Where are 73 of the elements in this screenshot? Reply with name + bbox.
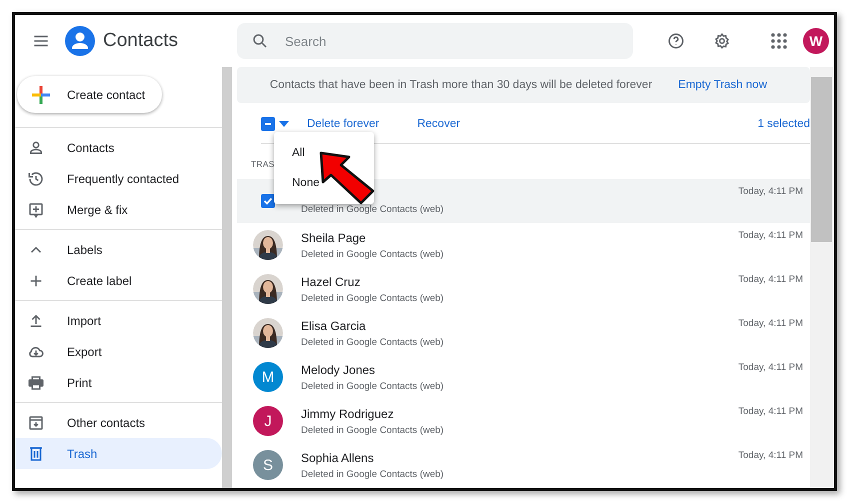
contact-source: Deleted in Google Contacts (web)	[301, 248, 445, 260]
archive-box-icon	[27, 414, 45, 432]
contact-row[interactable]: Elisa Garcia Deleted in Google Contacts (web) Today, 4:11 PM	[237, 311, 810, 355]
sidebar-item[interactable]: Frequently contacted	[15, 163, 222, 194]
contact-name: Melody Jones	[301, 362, 376, 376]
deleted-time: Today, 4:11 PM	[738, 274, 803, 285]
deleted-time: Today, 4:11 PM	[738, 186, 803, 197]
plus-icon	[31, 84, 51, 104]
merge-icon	[27, 200, 45, 218]
empty-trash-link[interactable]: Empty Trash now	[678, 79, 767, 91]
contact-row[interactable]: J Jimmy Rodriguez Deleted in Google Contacts (web) Today, 4:11 PM	[237, 399, 810, 443]
deleted-time: Today, 4:11 PM	[738, 406, 803, 417]
sidebar-item[interactable]: Print	[15, 367, 222, 398]
selection-count: 1 selected	[758, 118, 810, 130]
labels-toggle[interactable]: Labels	[15, 234, 222, 265]
scrollbar[interactable]	[810, 67, 833, 488]
toolbar-link[interactable]: Delete forever	[303, 118, 384, 130]
sidebar-item[interactable]: Trash	[15, 438, 222, 469]
avatar: J	[253, 406, 283, 436]
app-title: Contacts	[103, 30, 179, 52]
avatar: M	[253, 362, 283, 392]
help-button[interactable]	[667, 32, 685, 50]
menu-item[interactable]: All	[274, 138, 374, 168]
search-icon	[251, 32, 269, 50]
deleted-time: Today, 4:11 PM	[738, 318, 803, 329]
account-avatar[interactable]: W	[803, 28, 829, 54]
contact-source: Deleted in Google Contacts (web)	[301, 468, 445, 480]
create-contact-button[interactable]: Create contact	[17, 76, 162, 113]
sidebar-item[interactable]: Create label	[15, 265, 222, 296]
apps-grid-icon	[771, 33, 787, 49]
search-bar[interactable]: Search	[237, 23, 633, 59]
contact-source: Deleted in Google Contacts (web)	[301, 202, 445, 214]
toolbar-link[interactable]: Recover	[413, 118, 464, 130]
contact-source: Deleted in Google Contacts (web)	[301, 292, 445, 304]
contact-source: Deleted in Google Contacts (web)	[301, 424, 445, 436]
help-icon	[667, 32, 685, 50]
contact-row[interactable]: M Melody Jones Deleted in Google Contacts (web) Today, 4:11 PM	[237, 355, 810, 399]
settings-button[interactable]	[713, 32, 731, 50]
contact-row[interactable]: Sheila Page Deleted in Google Contacts (web) Today, 4:11 PM	[237, 223, 810, 267]
pointer-arrow	[319, 151, 375, 205]
sidebar-item[interactable]: Export	[15, 336, 222, 367]
printer-icon	[27, 374, 45, 392]
contact-row[interactable]: Hazel Cruz Deleted in Google Contacts (web) Today, 4:11 PM	[237, 267, 810, 311]
select-all-checkbox[interactable]	[261, 117, 275, 131]
contact-name: Elisa Garcia	[301, 318, 367, 332]
caret-icon[interactable]	[279, 121, 289, 127]
contact-source: Deleted in Google Contacts (web)	[301, 336, 445, 348]
apps-button[interactable]	[771, 33, 787, 49]
contacts-logo-icon	[65, 26, 95, 56]
deleted-time: Today, 4:11 PM	[738, 450, 803, 461]
notice-text: Contacts that have been in Trash more than 30 days will be deleted forever	[270, 79, 652, 91]
deleted-time: Today, 4:11 PM	[738, 362, 803, 373]
contact-name: Sophia Allens	[301, 450, 375, 464]
sidebar-scrollbar[interactable]	[222, 67, 232, 488]
search-field[interactable]: Search	[283, 32, 633, 50]
deleted-time: Today, 4:11 PM	[738, 230, 803, 241]
section-label: TRAS	[251, 159, 276, 171]
person-icon	[27, 138, 45, 156]
trash-icon	[27, 444, 45, 462]
contact-source: Deleted in Google Contacts (web)	[301, 380, 445, 392]
contact-row[interactable]: S Sophia Allens Deleted in Google Contacts (web) Today, 4:11 PM	[237, 443, 810, 487]
row-checkbox[interactable]	[261, 194, 275, 208]
contact-name: Hazel Cruz	[301, 274, 362, 288]
checkmark-icon	[263, 196, 273, 206]
sidebar-item[interactable]: Merge & fix	[15, 194, 222, 225]
avatar: S	[253, 450, 283, 480]
sidebar-item[interactable]: Import	[15, 305, 222, 336]
settings-icon	[713, 32, 731, 50]
contact-name: Sheila Page	[301, 230, 367, 244]
history-icon	[27, 170, 45, 188]
sidebar-item[interactable]: Contacts	[15, 132, 222, 163]
contact-name: Jimmy Rodriguez	[301, 406, 395, 420]
sidebar-item[interactable]: Other contacts	[15, 407, 222, 438]
